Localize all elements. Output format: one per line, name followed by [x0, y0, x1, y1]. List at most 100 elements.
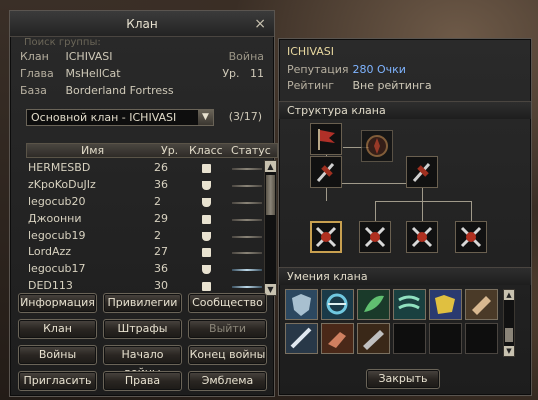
crossed-swords-icon[interactable] [359, 221, 391, 253]
table-row[interactable]: zKpoKoDuJIz 36 [26, 177, 262, 194]
clan-structure-tree [279, 121, 531, 271]
knight-captain-icon[interactable] [310, 156, 342, 188]
member-table-header: Имя Ур. Класс Статус [26, 143, 278, 158]
member-name: legocub17 [28, 262, 86, 276]
clan-row: Клан ICHIVASI [20, 50, 113, 63]
clan-emblem-icon[interactable] [361, 130, 393, 162]
clan-level: Ур. 11 [222, 67, 264, 80]
member-name: legocub19 [28, 228, 86, 242]
clan-name: ICHIVASI [287, 45, 335, 58]
member-level: 36 [154, 177, 168, 191]
member-list-scrollbar[interactable]: ▲ ▼ [264, 160, 277, 296]
clan-button[interactable]: Клан [18, 319, 97, 339]
fist-skill-icon[interactable] [321, 323, 354, 354]
end-war-button[interactable]: Конец войны [188, 345, 267, 365]
clan-label: Клан [20, 50, 49, 63]
col-name[interactable]: Имя [81, 144, 104, 157]
member-name: legocub20 [28, 194, 86, 208]
leave-button[interactable]: Выйти [188, 319, 267, 339]
clan-window: Клан × Поиск группы: Клан ICHIVASI Война… [9, 10, 278, 397]
penalties-button[interactable]: Штрафы [103, 319, 182, 339]
blade-skill-icon[interactable] [357, 323, 390, 354]
down-arrow-icon [202, 214, 211, 224]
window-titlebar[interactable]: Клан × [10, 11, 274, 37]
shield-skill-icon[interactable] [285, 289, 318, 320]
scroll-skill-icon[interactable] [465, 289, 498, 320]
chevron-down-icon[interactable]: ▼ [198, 110, 213, 125]
table-row[interactable]: Джоонни 29 [26, 211, 262, 228]
member-level: 2 [154, 194, 161, 208]
scroll-up-icon[interactable]: ▲ [265, 161, 276, 172]
empty-skill-slot [465, 323, 498, 354]
level-value: 11 [250, 67, 264, 80]
empty-skill-slot [429, 323, 462, 354]
war-label: Война [228, 50, 264, 63]
wind-skill-icon[interactable] [393, 289, 426, 320]
col-class[interactable]: Класс [189, 144, 223, 157]
scroll-thumb[interactable] [505, 328, 513, 342]
table-row[interactable]: LordAzz 27 [26, 244, 262, 261]
scroll-up-icon[interactable]: ▲ [504, 290, 514, 300]
table-row[interactable]: HERMESBD 26 [26, 160, 262, 177]
close-icon[interactable]: × [254, 11, 266, 37]
structure-title: Структура клана [279, 101, 531, 119]
table-row[interactable]: legocub19 2 [26, 228, 262, 245]
clan-info: Поиск группы: Клан ICHIVASI Война Глава … [10, 37, 274, 105]
party-search-ghost-text: Поиск группы: [24, 37, 101, 48]
leaf-skill-icon[interactable] [357, 289, 390, 320]
close-button[interactable]: Закрыть [366, 369, 440, 389]
sword-skill-icon[interactable] [285, 323, 318, 354]
info-button[interactable]: Информация [18, 293, 97, 313]
status-indicator [232, 252, 262, 255]
ring-skill-icon[interactable] [321, 289, 354, 320]
member-level: 29 [154, 211, 168, 225]
table-row[interactable]: legocub20 2 [26, 194, 262, 211]
emblem-button[interactable]: Эмблема [188, 371, 267, 391]
knight-captain-icon[interactable] [406, 156, 438, 188]
leader-row: Глава MsHellCat [20, 67, 121, 80]
clan-flag-icon[interactable] [310, 123, 342, 155]
wars-button[interactable]: Войны [18, 345, 97, 365]
status-indicator [232, 286, 262, 289]
member-level: 26 [154, 161, 168, 174]
community-button[interactable]: Сообщество [188, 293, 267, 313]
member-list: HERMESBD 26 zKpoKoDuJIz 36 legocub20 2 Джоонни… [26, 160, 262, 295]
book-icon [202, 197, 211, 207]
status-indicator [232, 184, 262, 187]
window-title: Клан [126, 17, 158, 31]
crossed-swords-icon[interactable] [310, 221, 342, 253]
member-name: zKpoKoDuJIz [28, 177, 96, 191]
book-icon [202, 231, 211, 241]
clan-selector-value: Основной клан - ICHIVASI [31, 111, 177, 124]
base-label: База [20, 84, 47, 97]
invite-button[interactable]: Пригласить [18, 371, 97, 391]
skills-scrollbar[interactable]: ▲ ▼ [503, 289, 515, 357]
table-row[interactable]: legocub17 36 [26, 261, 262, 278]
down-arrow-icon [202, 282, 211, 292]
scroll-down-icon[interactable]: ▼ [504, 346, 514, 356]
member-level: 30 [154, 279, 168, 293]
status-indicator [232, 168, 262, 170]
leader-label: Глава [20, 67, 54, 80]
privileges-button[interactable]: Привилегии [103, 293, 182, 313]
rights-button[interactable]: Права [103, 371, 182, 391]
col-status[interactable]: Статус [231, 144, 271, 157]
scroll-down-icon[interactable]: ▼ [265, 284, 276, 295]
member-level: 27 [154, 245, 168, 259]
down-arrow-icon [202, 164, 211, 173]
book-icon [202, 265, 211, 275]
leader-value: MsHellCat [65, 67, 121, 80]
rating-value: Вне рейтинга [352, 79, 432, 92]
clan-value: ICHIVASI [65, 50, 113, 63]
member-count: (3/17) [228, 110, 262, 123]
col-level[interactable]: Ур. [161, 144, 178, 157]
crossed-swords-icon[interactable] [406, 221, 438, 253]
map-skill-icon[interactable] [429, 289, 462, 320]
member-name: DED113 [28, 279, 73, 293]
clan-selector-dropdown[interactable]: Основной клан - ICHIVASI ▼ [26, 109, 214, 126]
start-war-button[interactable]: Начало войны [103, 345, 182, 379]
skills-title: Умения клана [279, 267, 531, 285]
clan-skills-grid [285, 289, 511, 359]
crossed-swords-icon[interactable] [455, 221, 487, 253]
scroll-thumb[interactable] [266, 175, 275, 215]
